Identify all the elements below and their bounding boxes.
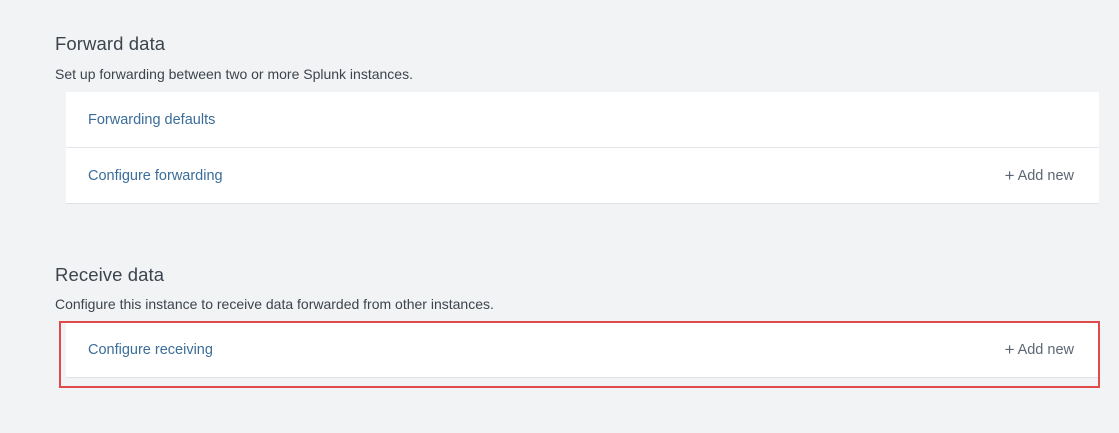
- add-new-label: Add new: [1017, 167, 1074, 184]
- forward-data-title: Forward data: [55, 33, 166, 54]
- forward-data-description: Set up forwarding between two or more Sp…: [55, 66, 413, 82]
- configure-receiving-row: Configure receiving + Add new: [66, 322, 1099, 377]
- forwarding-defaults-row: Forwarding defaults: [66, 92, 1099, 147]
- receive-data-title: Receive data: [55, 264, 165, 285]
- plus-icon: +: [1004, 340, 1015, 359]
- add-new-label: Add new: [1017, 341, 1074, 358]
- receive-data-card: Configure receiving + Add new: [66, 322, 1099, 378]
- configure-receiving-link[interactable]: Configure receiving: [88, 342, 213, 358]
- add-new-receiving-button[interactable]: + Add new: [1005, 341, 1074, 358]
- add-new-forwarding-button[interactable]: + Add new: [1005, 167, 1074, 184]
- forward-data-card: Forwarding defaults Configure forwarding…: [66, 92, 1099, 204]
- configure-forwarding-row: Configure forwarding + Add new: [66, 147, 1099, 203]
- configure-forwarding-link[interactable]: Configure forwarding: [88, 168, 223, 184]
- receive-data-description: Configure this instance to receive data …: [55, 296, 494, 312]
- plus-icon: +: [1004, 166, 1015, 185]
- forwarding-defaults-link[interactable]: Forwarding defaults: [88, 112, 215, 128]
